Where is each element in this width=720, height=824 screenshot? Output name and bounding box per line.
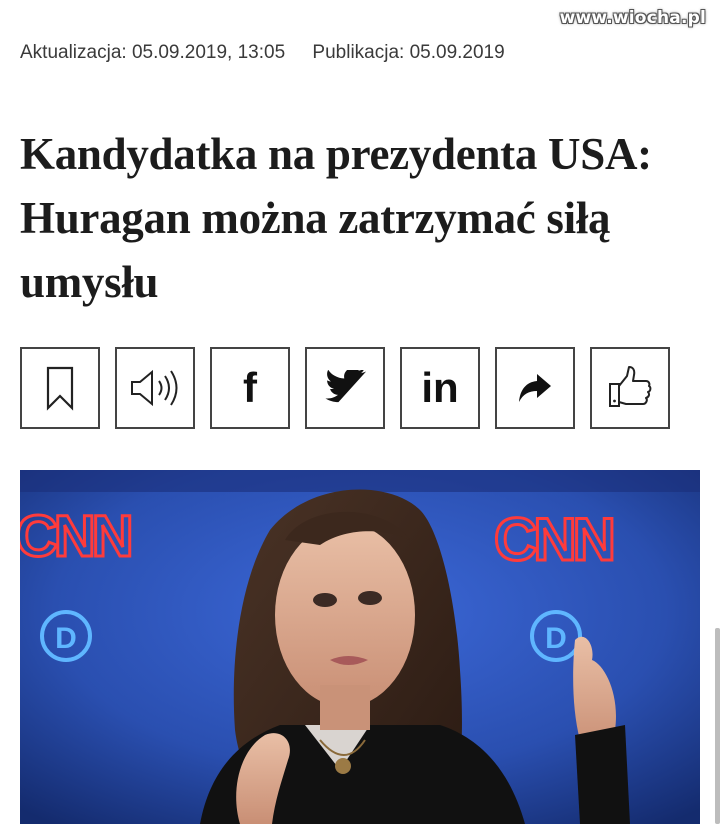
article-meta: Aktualizacja: 05.09.2019, 13:05 Publikac… <box>20 42 527 64</box>
listen-button[interactable] <box>115 347 195 429</box>
article-photo: CNN CNN D D <box>20 470 700 824</box>
update-date: Aktualizacja: 05.09.2019, 13:05 <box>20 42 286 63</box>
publish-date: Publikacja: 05.09.2019 <box>312 42 505 63</box>
facebook-icon: f <box>243 364 257 411</box>
article-headline: Kandydatka na prezydenta USA: Huragan mo… <box>20 129 652 307</box>
speaker-icon <box>131 369 178 407</box>
share-button[interactable] <box>495 347 575 429</box>
svg-text:CNN: CNN <box>20 504 130 569</box>
svg-text:D: D <box>55 622 77 655</box>
bookmark-button[interactable] <box>20 347 100 429</box>
twitter-icon <box>325 370 366 403</box>
facebook-share-button[interactable]: f <box>210 347 290 429</box>
cnn-logo-right: CNN <box>493 505 619 575</box>
page-scrollbar[interactable] <box>715 628 720 824</box>
cnn-logo-left: CNN <box>20 503 135 571</box>
thumbs-up-icon <box>609 366 652 407</box>
site-watermark: www.wiocha.pl <box>559 8 706 28</box>
like-button[interactable] <box>590 347 670 429</box>
svg-text:CNN: CNN <box>494 506 613 573</box>
linkedin-share-button[interactable]: in <box>400 347 480 429</box>
svg-text:D: D <box>545 622 567 655</box>
debate-photo: CNN CNN D D <box>20 470 700 824</box>
bookmark-icon <box>46 366 74 411</box>
twitter-share-button[interactable] <box>305 347 385 429</box>
article-toolbar: f in <box>20 347 670 429</box>
share-arrow-icon <box>519 374 551 402</box>
linkedin-icon: in <box>421 364 459 411</box>
